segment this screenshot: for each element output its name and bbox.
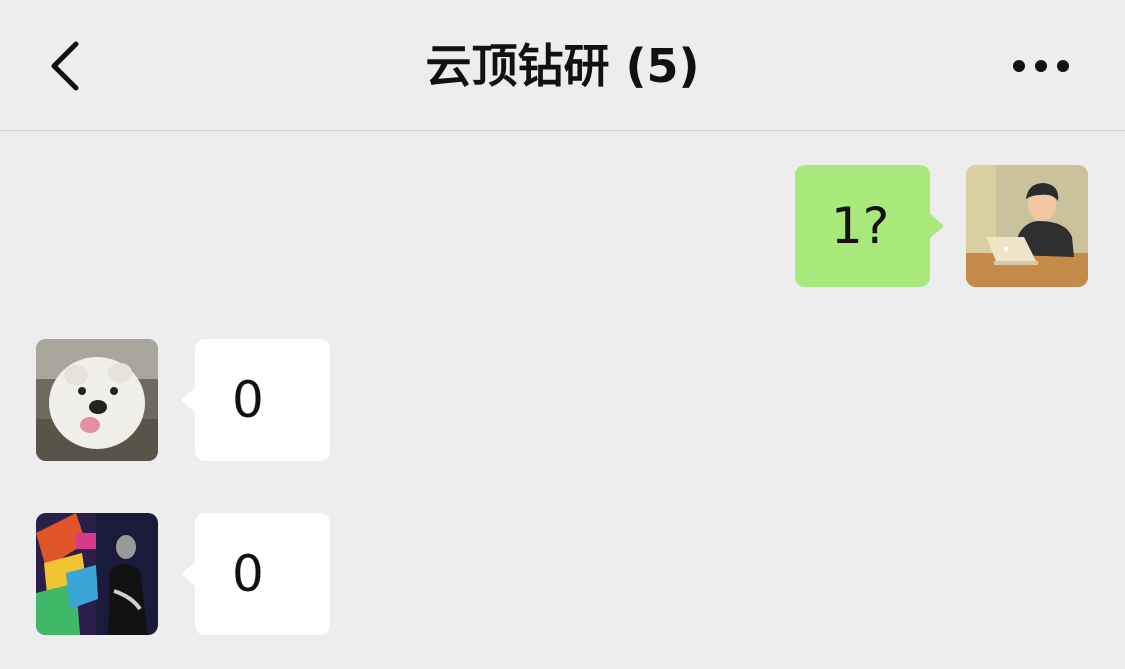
bubble-tail [181,387,196,413]
chat-title: 云顶钻研 (5) [425,39,700,93]
bubble-tail [181,561,196,587]
white-dog-avatar [36,339,158,461]
chat-header: 云顶钻研 (5) [0,0,1125,131]
message-bubble-incoming[interactable]: 0 [181,513,330,635]
avatar-member-2[interactable] [36,513,158,635]
message-text: 0 [232,545,264,603]
message-text: 1? [831,197,890,255]
message-text: 0 [232,371,264,429]
avatar-self[interactable] [966,165,1088,287]
message-bubble-incoming[interactable]: 0 [181,339,330,461]
ellipsis-icon [1013,60,1069,72]
more-options-button[interactable] [1005,48,1077,84]
person-with-laptop-avatar [966,165,1088,287]
message-bubble-outgoing[interactable]: 1? [795,165,944,287]
neon-room-avatar [36,513,158,635]
bubble-tail [929,213,944,239]
avatar-member-1[interactable] [36,339,158,461]
